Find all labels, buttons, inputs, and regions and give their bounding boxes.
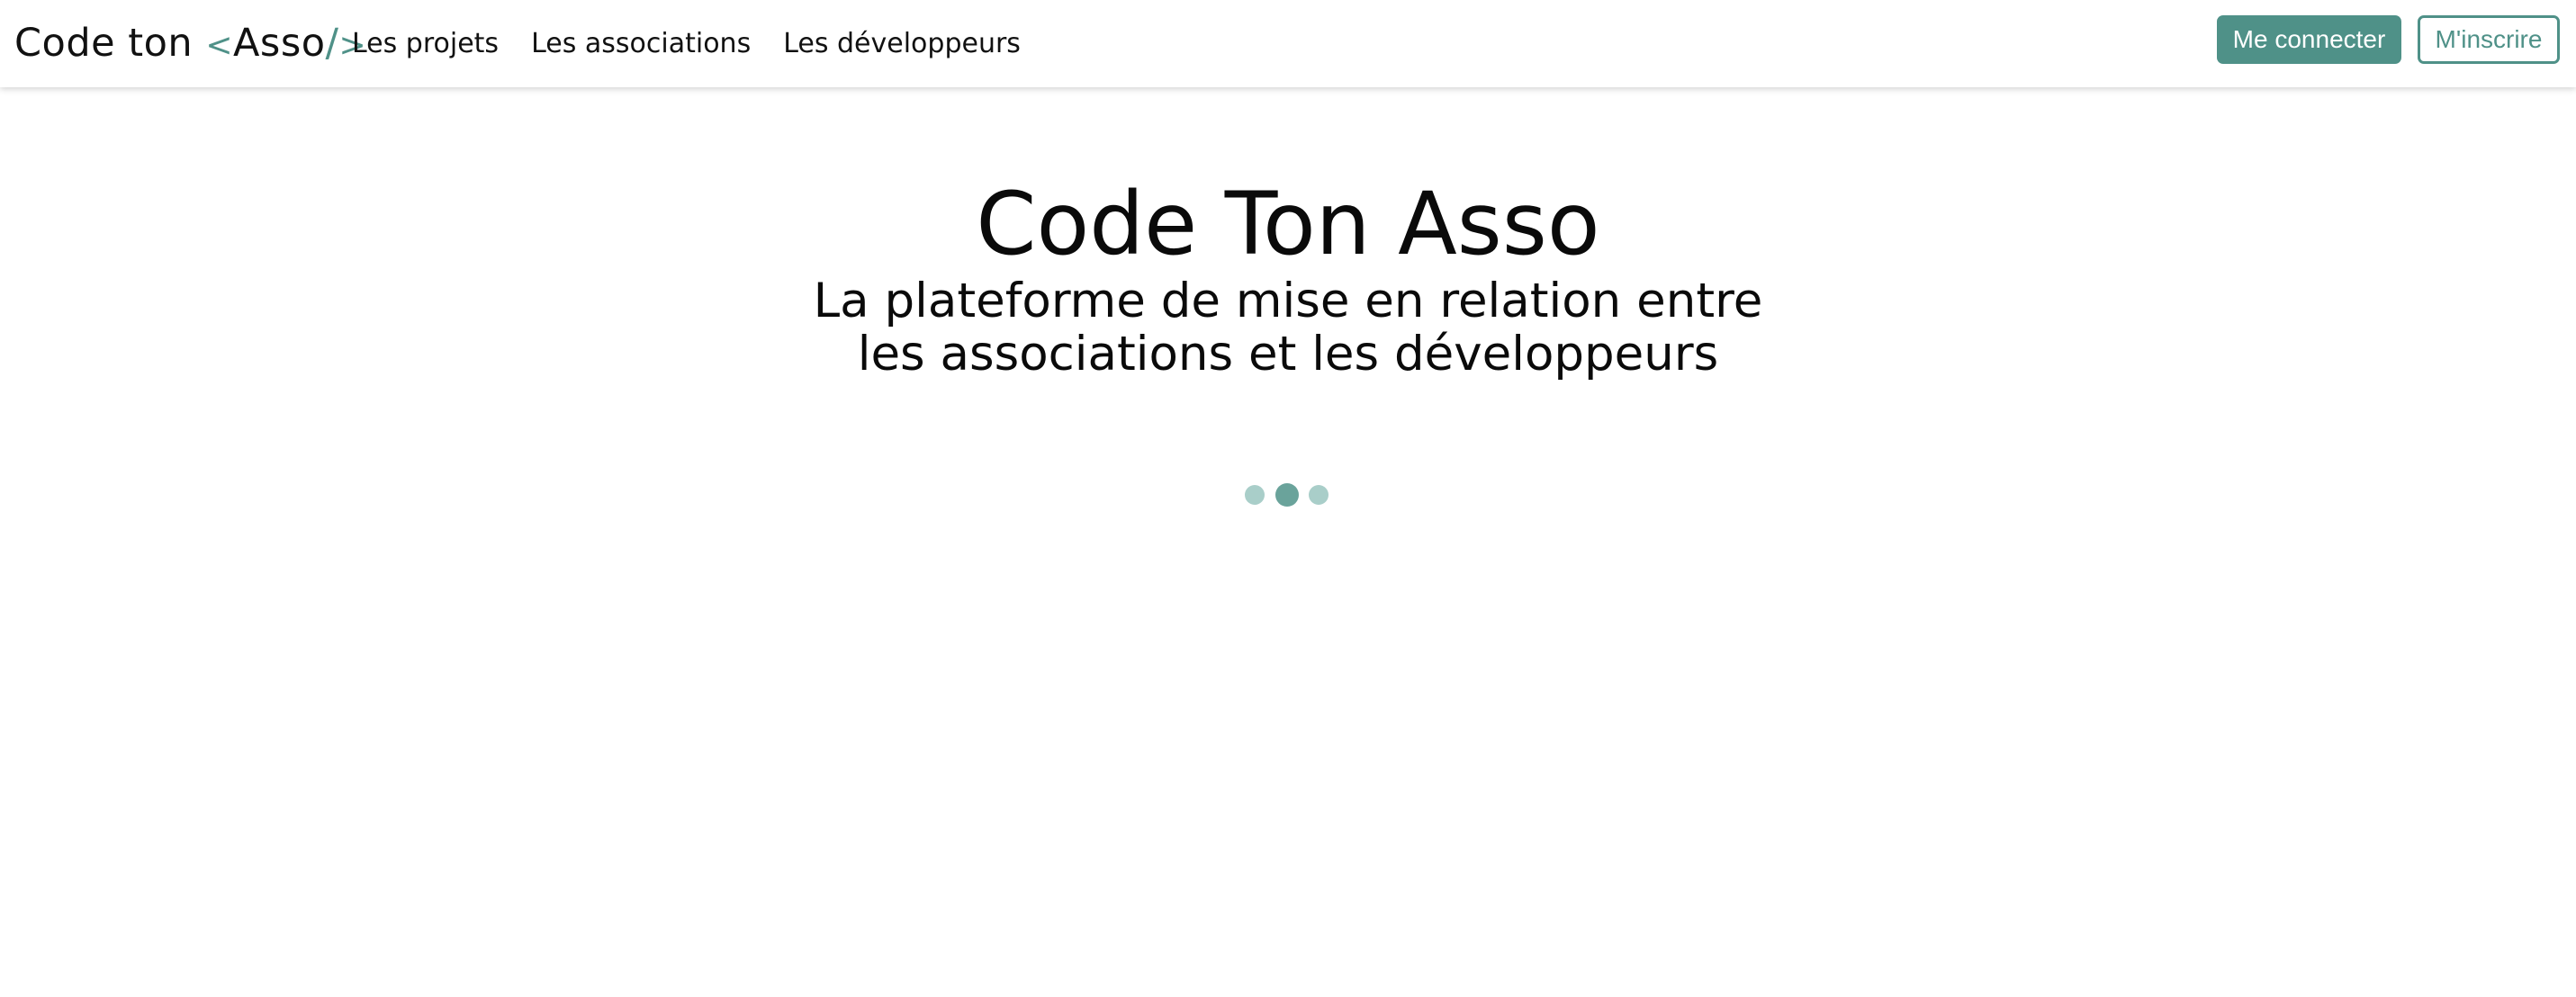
nav-link-projets[interactable]: Les projets [352,28,499,59]
nav-link-developpeurs[interactable]: Les développeurs [783,28,1021,59]
loader-dot-active [1275,483,1299,507]
loader-dot [1245,485,1265,505]
loader-dot [1309,485,1329,505]
logo-bracket-open: < [205,27,234,64]
hero-subtitle: La plateforme de mise en relation entre … [813,274,1763,382]
site-logo[interactable]: Code ton <Asso/> [14,16,366,70]
logo-text-code-ton: Code ton [14,21,206,66]
loading-indicator [1245,482,1331,507]
logo-slash: / [325,21,339,66]
nav-link-associations[interactable]: Les associations [531,28,751,59]
top-navbar: Code ton <Asso/> Les projets Les associa… [0,0,2576,87]
logo-text-asso: Asso [233,21,326,66]
signup-button[interactable]: M'inscrire [2418,15,2560,64]
main-nav: Les projets Les associations Les dévelop… [352,16,1021,70]
login-button[interactable]: Me connecter [2217,15,2401,64]
hero-title: Code Ton Asso [976,174,1600,274]
